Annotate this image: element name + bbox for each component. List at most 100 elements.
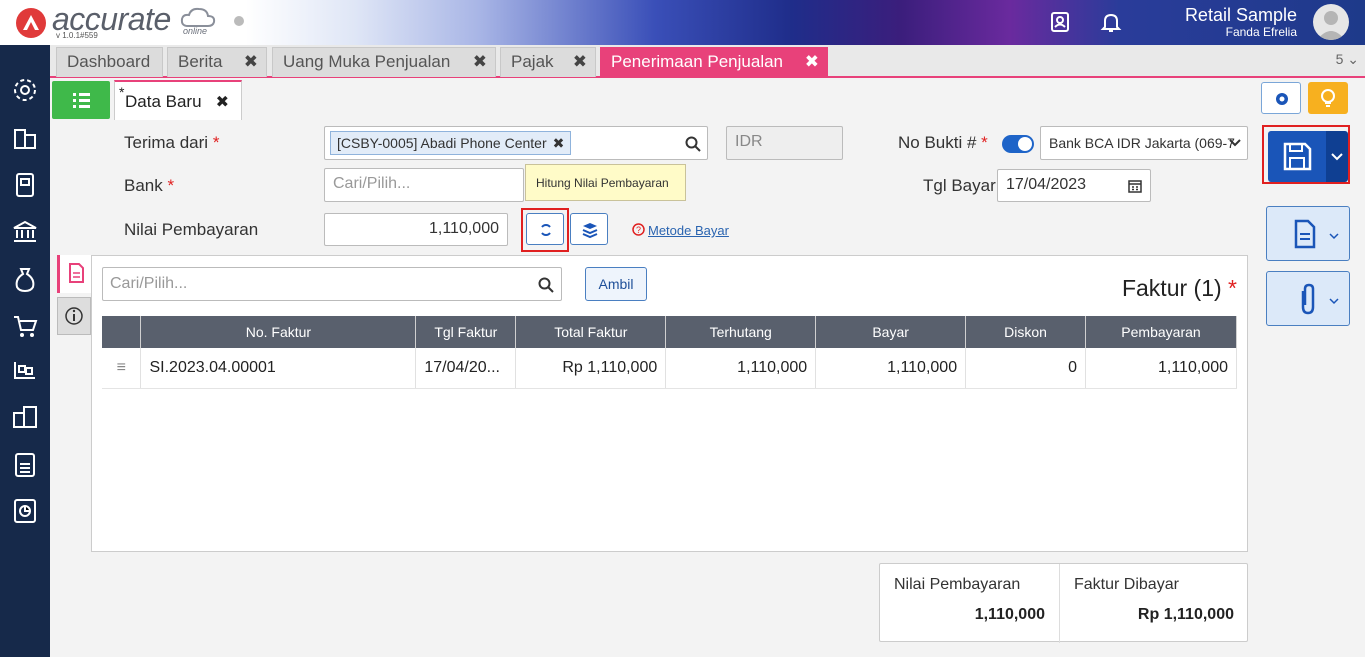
cloud-icon	[180, 7, 216, 27]
svg-text:?: ?	[636, 225, 641, 235]
col-diskon[interactable]: Diskon	[965, 316, 1086, 348]
tab-overflow-dropdown[interactable]: 5 ⌄	[1336, 51, 1359, 68]
tips-button[interactable]	[1308, 82, 1348, 114]
nilai-pembayaran-input[interactable]: 1,110,000	[324, 213, 508, 246]
info-tab[interactable]	[57, 297, 91, 335]
print-document-button[interactable]	[1266, 206, 1350, 261]
tab-dashboard[interactable]: Dashboard	[56, 47, 163, 77]
payment-summary: Nilai Pembayaran 1,110,000 Faktur Dibaya…	[879, 563, 1248, 643]
tab-penerimaan-penjualan[interactable]: Penerimaan Penjualan ✖	[600, 47, 828, 77]
document-icon	[69, 263, 84, 283]
tab-count: 5	[1335, 51, 1344, 67]
ambil-button[interactable]: Ambil	[585, 267, 647, 301]
tab-pajak[interactable]: Pajak ✖	[500, 47, 596, 77]
contacts-icon[interactable]	[1048, 10, 1072, 34]
col-bayar[interactable]: Bayar	[815, 316, 967, 348]
tgl-bayar-input[interactable]: 17/04/2023	[997, 169, 1151, 202]
money-bag-icon[interactable]	[11, 265, 39, 293]
tab-berita[interactable]: Berita ✖	[167, 47, 267, 77]
bell-icon[interactable]	[1099, 10, 1123, 34]
lightbulb-icon	[1321, 89, 1335, 107]
customer-chip: [CSBY-0005] Abadi Phone Center ✖	[330, 131, 572, 155]
summary-nilai-value: 1,110,000	[974, 606, 1045, 623]
calendar-icon[interactable]	[1128, 179, 1142, 193]
faktur-panel: Cari/Pilih... Ambil Faktur (1) * No. Fak…	[91, 255, 1248, 552]
shopping-cart-icon[interactable]	[11, 312, 39, 340]
col-no-faktur[interactable]: No. Faktur	[140, 316, 417, 348]
attachment-button[interactable]	[1266, 271, 1350, 326]
close-icon[interactable]: ✖	[244, 52, 258, 72]
tab-label: Uang Muka Penjualan	[283, 52, 451, 71]
bank-label: Bank *	[124, 176, 175, 195]
metode-bayar-link[interactable]: Metode Bayar	[648, 223, 729, 238]
cell-terhutang: 1,110,000	[665, 348, 817, 389]
unsaved-marker: *	[119, 84, 125, 100]
logo-online-text: online	[183, 26, 208, 36]
user-name[interactable]: Retail Sample	[1185, 5, 1297, 26]
cell-diskon: 0	[965, 348, 1086, 389]
detail-tab[interactable]	[57, 255, 91, 293]
chevron-down-icon	[1331, 153, 1343, 161]
bank-input[interactable]: Cari/Pilih...	[324, 168, 524, 202]
summary-nilai-label: Nilai Pembayaran	[894, 576, 1021, 593]
hitung-nilai-tooltip: Hitung Nilai Pembayaran	[525, 164, 686, 201]
user-subtitle: Fanda Efrelia	[1225, 25, 1297, 39]
layers-icon	[582, 223, 598, 239]
help-circle-icon: ?	[632, 223, 645, 236]
gear-icon	[1276, 93, 1288, 105]
avatar[interactable]	[1313, 4, 1349, 40]
inventory-cart-icon[interactable]	[11, 358, 39, 386]
close-icon[interactable]: ✖	[216, 92, 229, 112]
drag-column-header	[102, 316, 142, 348]
refresh-icon	[541, 224, 551, 236]
customer-chip-label: [CSBY-0005] Abadi Phone Center	[337, 135, 547, 151]
summary-nilai-pembayaran: Nilai Pembayaran 1,110,000	[880, 564, 1060, 643]
terima-dari-field[interactable]: [CSBY-0005] Abadi Phone Center ✖	[324, 126, 708, 160]
save-options-dropdown[interactable]	[1326, 131, 1348, 182]
payment-layers-button[interactable]	[570, 213, 608, 245]
ledger-book-icon[interactable]	[11, 171, 39, 199]
form-settings-button[interactable]	[1261, 82, 1301, 114]
table-row[interactable]: ≡ SI.2023.04.00001 17/04/20... Rp 1,110,…	[102, 348, 1237, 389]
company-building-icon[interactable]	[11, 124, 39, 152]
tab-label: Pajak	[511, 52, 554, 71]
warehouse-icon[interactable]	[11, 403, 39, 431]
auto-number-toggle[interactable]	[1002, 135, 1034, 153]
table-header-row: No. Faktur Tgl Faktur Total Faktur Terhu…	[102, 316, 1237, 348]
search-icon[interactable]	[538, 277, 554, 293]
no-bukti-select[interactable]: Bank BCA IDR Jakarta (069-7	[1040, 126, 1248, 160]
search-placeholder: Cari/Pilih...	[110, 275, 188, 292]
faktur-search-input[interactable]: Cari/Pilih...	[102, 267, 562, 301]
close-icon[interactable]: ✖	[573, 52, 587, 72]
list-view-button[interactable]	[52, 81, 110, 119]
document-icon	[1294, 219, 1339, 249]
col-terhutang[interactable]: Terhutang	[665, 316, 817, 348]
accurate-logo[interactable]: accurate online v 1.0.1#559	[16, 1, 266, 42]
col-total-faktur[interactable]: Total Faktur	[515, 316, 667, 348]
report-chart-icon[interactable]	[11, 497, 39, 525]
close-icon[interactable]: ✖	[473, 52, 487, 72]
cell-pembayaran: 1,110,000	[1085, 348, 1237, 389]
tgl-bayar-label: Tgl Bayar *	[923, 176, 1007, 195]
tab-label: Dashboard	[67, 52, 151, 71]
bank-icon[interactable]	[11, 218, 39, 246]
remove-chip-icon[interactable]: ✖	[553, 135, 565, 151]
avatar-person-icon	[1317, 11, 1345, 40]
tgl-bayar-value: 17/04/2023	[1006, 176, 1087, 193]
search-icon[interactable]	[685, 136, 701, 152]
tab-data-baru[interactable]: * Data Baru ✖	[114, 80, 242, 120]
calculate-payment-button[interactable]	[526, 213, 564, 245]
cell-total-faktur: Rp 1,110,000	[515, 348, 667, 389]
currency-field: IDR	[726, 126, 843, 160]
close-icon[interactable]: ✖	[805, 52, 819, 72]
content-area: * Data Baru ✖ Terima dari * [CSBY-0005] …	[50, 78, 1365, 657]
drag-handle-icon[interactable]: ≡	[102, 348, 142, 389]
settings-gear-icon[interactable]	[11, 76, 39, 104]
tax-calculator-icon[interactable]	[11, 451, 39, 479]
no-bukti-value: Bank BCA IDR Jakarta (069-7	[1049, 135, 1235, 151]
col-pembayaran[interactable]: Pembayaran	[1085, 316, 1237, 348]
col-tgl-faktur[interactable]: Tgl Faktur	[415, 316, 517, 348]
save-button[interactable]	[1268, 131, 1326, 182]
tab-uang-muka-penjualan[interactable]: Uang Muka Penjualan ✖	[272, 47, 496, 77]
cell-bayar: 1,110,000	[815, 348, 967, 389]
